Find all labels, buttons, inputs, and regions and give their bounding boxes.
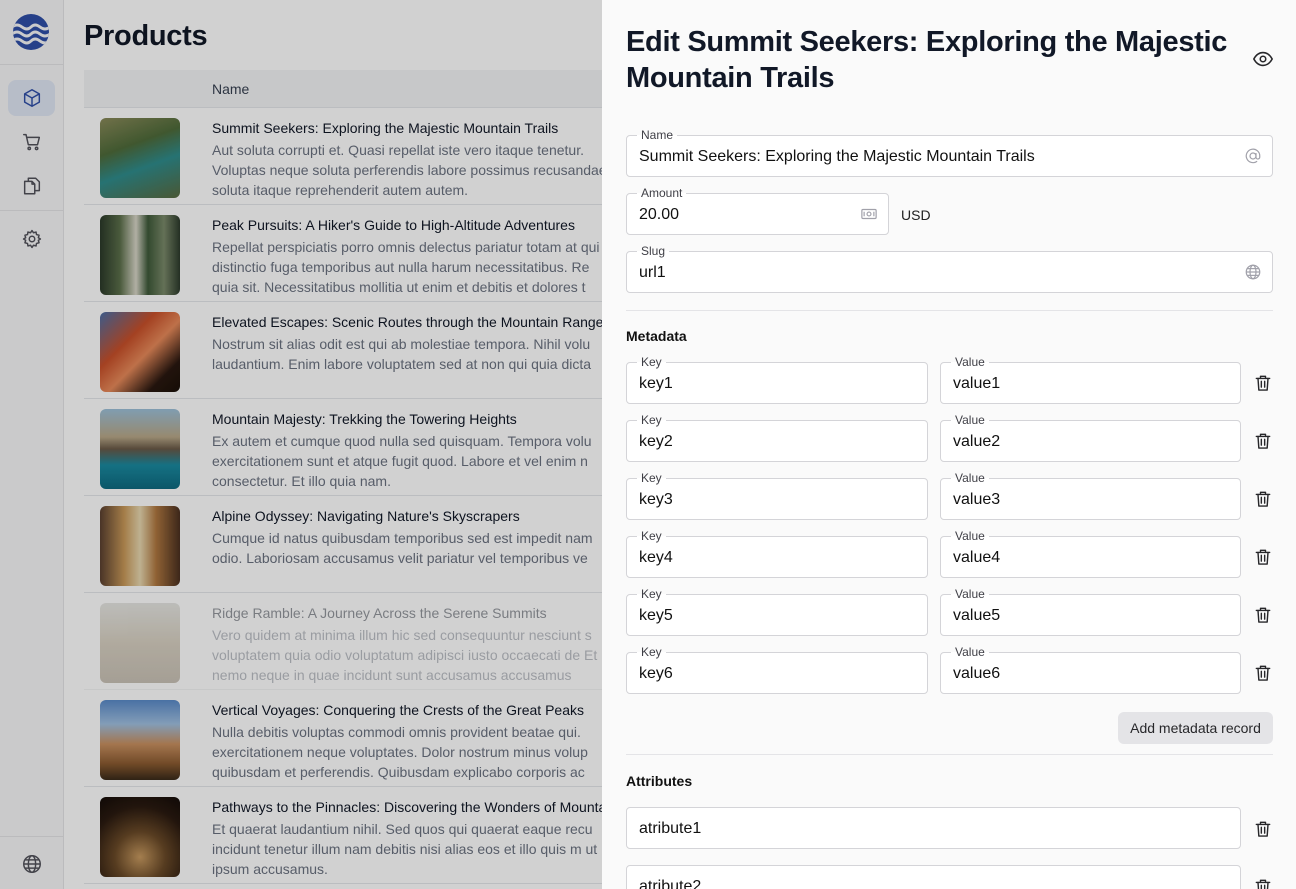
value-label: Value <box>951 413 989 427</box>
value-label: Value <box>951 645 989 659</box>
slug-field-label: Slug <box>637 244 670 258</box>
key-label: Key <box>637 355 666 369</box>
metadata-key-value[interactable]: key3 <box>639 491 673 509</box>
metadata-value-value[interactable]: value4 <box>953 549 1000 567</box>
metadata-heading: Metadata <box>626 328 687 344</box>
metadata-value-field[interactable]: Value value6 <box>940 645 1241 694</box>
metadata-value-value[interactable]: value1 <box>953 375 1000 393</box>
section-divider <box>626 754 1273 755</box>
attribute-field[interactable]: atribute1 <box>626 807 1241 849</box>
metadata-key-value[interactable]: key4 <box>639 549 673 567</box>
section-divider <box>626 310 1273 311</box>
amount-field-value[interactable]: 20.00 <box>639 206 679 224</box>
add-metadata-button[interactable]: Add metadata record <box>1118 712 1273 744</box>
metadata-key-field[interactable]: Key key5 <box>626 587 928 636</box>
modal-backdrop[interactable] <box>0 0 602 889</box>
trash-icon[interactable] <box>1253 431 1273 451</box>
trash-icon[interactable] <box>1253 489 1273 509</box>
metadata-key-field[interactable]: Key key4 <box>626 529 928 578</box>
attribute-field[interactable]: atribute2 <box>626 865 1241 889</box>
value-label: Value <box>951 355 989 369</box>
attribute-value[interactable]: atribute2 <box>639 878 701 889</box>
currency-label: USD <box>901 207 931 223</box>
at-sign-icon <box>1245 148 1261 164</box>
amount-field-label: Amount <box>637 186 687 200</box>
globe-icon <box>1245 264 1261 280</box>
attribute-value[interactable]: atribute1 <box>639 820 701 838</box>
trash-icon[interactable] <box>1253 877 1273 889</box>
attributes-heading: Attributes <box>626 773 693 789</box>
slug-field[interactable]: Slug url1 <box>626 244 1273 293</box>
slug-field-value[interactable]: url1 <box>639 264 666 282</box>
metadata-value-field[interactable]: Value value4 <box>940 529 1241 578</box>
metadata-key-value[interactable]: key2 <box>639 433 673 451</box>
metadata-value-field[interactable]: Value value3 <box>940 471 1241 520</box>
value-label: Value <box>951 529 989 543</box>
metadata-value-field[interactable]: Value value1 <box>940 355 1241 404</box>
metadata-key-field[interactable]: Key key2 <box>626 413 928 462</box>
trash-icon[interactable] <box>1253 605 1273 625</box>
metadata-key-field[interactable]: Key key6 <box>626 645 928 694</box>
metadata-key-value[interactable]: key6 <box>639 665 673 683</box>
metadata-value-field[interactable]: Value value2 <box>940 413 1241 462</box>
key-label: Key <box>637 587 666 601</box>
metadata-value-value[interactable]: value5 <box>953 607 1000 625</box>
eye-icon[interactable] <box>1252 48 1274 70</box>
name-field[interactable]: Name Summit Seekers: Exploring the Majes… <box>626 128 1273 177</box>
trash-icon[interactable] <box>1253 547 1273 567</box>
name-field-label: Name <box>637 128 678 142</box>
value-label: Value <box>951 471 989 485</box>
key-label: Key <box>637 645 666 659</box>
metadata-value-value[interactable]: value6 <box>953 665 1000 683</box>
metadata-key-value[interactable]: key5 <box>639 607 673 625</box>
value-label: Value <box>951 587 989 601</box>
drawer-title: Edit Summit Seekers: Exploring the Majes… <box>626 26 1228 94</box>
amount-field[interactable]: Amount 20.00 <box>626 186 889 235</box>
name-field-value[interactable]: Summit Seekers: Exploring the Majestic M… <box>639 148 1035 166</box>
metadata-key-field[interactable]: Key key1 <box>626 355 928 404</box>
metadata-value-value[interactable]: value2 <box>953 433 1000 451</box>
banknote-icon <box>861 208 877 220</box>
key-label: Key <box>637 529 666 543</box>
metadata-key-value[interactable]: key1 <box>639 375 673 393</box>
metadata-key-field[interactable]: Key key3 <box>626 471 928 520</box>
key-label: Key <box>637 413 666 427</box>
metadata-value-field[interactable]: Value value5 <box>940 587 1241 636</box>
trash-icon[interactable] <box>1253 663 1273 683</box>
trash-icon[interactable] <box>1253 819 1273 839</box>
metadata-value-value[interactable]: value3 <box>953 491 1000 509</box>
trash-icon[interactable] <box>1253 373 1273 393</box>
key-label: Key <box>637 471 666 485</box>
edit-product-drawer: Edit Summit Seekers: Exploring the Majes… <box>602 0 1296 889</box>
